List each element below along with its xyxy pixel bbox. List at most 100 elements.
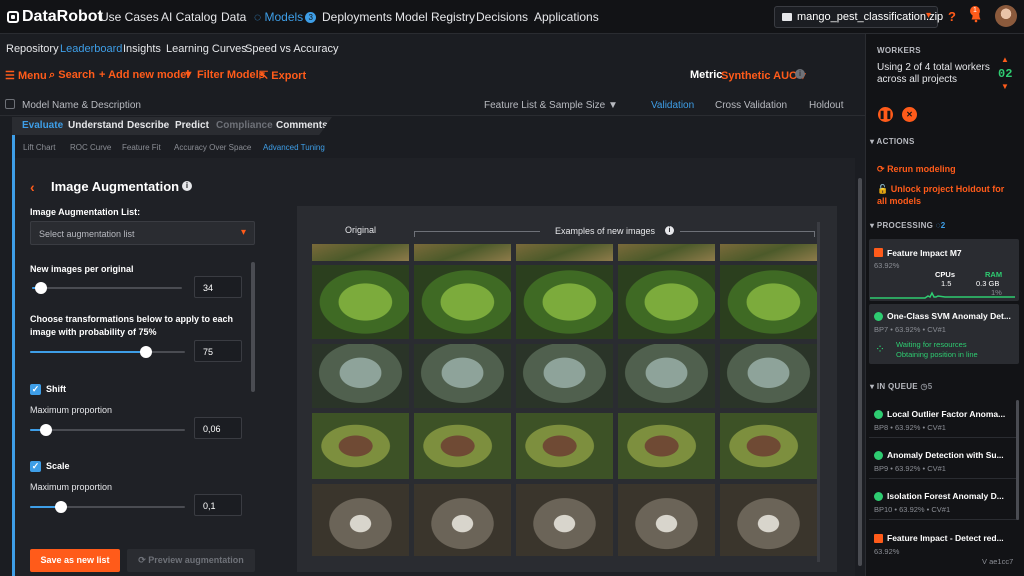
tab-understand[interactable]: Understand xyxy=(68,120,124,131)
grid-scrollbar[interactable] xyxy=(817,222,820,562)
model-icon xyxy=(874,451,883,460)
cpus-label: CPUs xyxy=(935,270,956,279)
slider-track xyxy=(30,429,185,431)
scale-checkbox[interactable]: ✓ xyxy=(30,461,41,472)
increase-workers-icon[interactable]: ▲ xyxy=(1001,55,1009,64)
info-icon[interactable]: i xyxy=(665,226,674,235)
tab-advanced-tuning[interactable]: Advanced Tuning xyxy=(263,143,325,152)
queue-item-subtitle: BP9 • 63.92% • CV#1 xyxy=(874,464,946,473)
user-avatar[interactable] xyxy=(995,5,1017,27)
chevron-down-icon: ▾ xyxy=(240,227,246,238)
leaf-image-thumbnail xyxy=(312,413,409,479)
column-feature-list[interactable]: Feature List & Sample Size ▼ xyxy=(484,100,618,111)
queue-item-subtitle: BP8 • 63.92% • CV#1 xyxy=(874,423,946,432)
menu-button[interactable]: ☰ Menu xyxy=(5,69,47,82)
select-all-checkbox[interactable] xyxy=(5,99,15,109)
save-as-new-list-button[interactable]: Save as new list xyxy=(30,549,120,572)
queue-item-title[interactable]: Isolation Forest Anomaly D... xyxy=(887,491,1004,501)
metric-selector[interactable]: Synthetic AUC ▾ xyxy=(721,69,806,82)
new-images-slider[interactable] xyxy=(32,282,182,294)
scale-max-label: Maximum proportion xyxy=(30,482,113,492)
tab-comments[interactable]: Comments xyxy=(276,120,328,131)
info-icon[interactable]: i xyxy=(795,69,805,79)
processing-count-value: 2 xyxy=(940,221,946,230)
tab-repository[interactable]: Repository xyxy=(6,43,59,55)
project-selector[interactable]: mango_pest_classification.zip ▾ xyxy=(774,6,943,28)
nav-models[interactable]: ◌ Models 3 xyxy=(254,10,317,24)
search-button[interactable]: ⌕ Search xyxy=(49,69,95,82)
tab-predict[interactable]: Predict xyxy=(175,120,209,131)
info-icon[interactable]: i xyxy=(182,181,192,191)
nav-model-registry[interactable]: Model Registry xyxy=(395,10,475,24)
new-images-input[interactable]: 34 xyxy=(194,276,242,298)
nav-ai-catalog[interactable]: AI Catalog xyxy=(161,10,217,24)
shift-slider[interactable] xyxy=(30,424,185,436)
augmentation-list-select[interactable]: Select augmentation list ▾ xyxy=(30,221,255,245)
rerun-label: Rerun modeling xyxy=(887,164,956,174)
queue-item-title[interactable]: Local Outlier Factor Anoma... xyxy=(887,409,1005,419)
spinner-icon: ⁘ xyxy=(875,342,885,356)
main-scrollbar[interactable] xyxy=(858,178,862,566)
chevron-down-icon: ▾ xyxy=(925,10,931,21)
settings-scrollbar[interactable] xyxy=(251,262,255,392)
leaf-image-thumbnail xyxy=(720,484,817,556)
workers-heading: WORKERS xyxy=(877,46,921,55)
column-validation[interactable]: Validation xyxy=(651,100,694,111)
decrease-workers-icon[interactable]: ▼ xyxy=(1001,82,1009,91)
shift-checkbox[interactable]: ✓ xyxy=(30,384,41,395)
column-cross-validation[interactable]: Cross Validation xyxy=(715,100,787,111)
scale-label: Scale xyxy=(46,461,70,471)
shift-input[interactable]: 0,06 xyxy=(194,417,242,439)
leaf-image-thumbnail xyxy=(414,344,511,408)
leaf-image-thumbnail xyxy=(618,413,715,479)
slider-handle[interactable] xyxy=(140,346,153,358)
models-count-badge: 3 xyxy=(305,12,317,23)
tab-accuracy-over-space[interactable]: Accuracy Over Space xyxy=(174,143,251,152)
tab-learning-curves[interactable]: Learning Curves xyxy=(166,43,247,55)
unlock-holdout-link[interactable]: 🔓 Unlock project Holdout for all models xyxy=(877,183,1012,207)
nav-applications[interactable]: Applications xyxy=(534,10,599,24)
workers-scrollbar[interactable] xyxy=(1016,400,1019,520)
back-arrow-icon[interactable]: ‹ xyxy=(30,179,35,195)
tab-leaderboard[interactable]: Leaderboard xyxy=(60,43,122,55)
menu-label: Menu xyxy=(17,70,47,82)
slider-handle[interactable] xyxy=(35,282,47,294)
rerun-modeling-link[interactable]: ⟳ Rerun modeling xyxy=(877,163,956,175)
probability-label-line1: Choose transformations below to apply to… xyxy=(30,314,234,324)
tab-lift-chart[interactable]: Lift Chart xyxy=(23,143,55,152)
filter-models-button[interactable]: ▼ Filter Models xyxy=(183,69,265,81)
brand-name: DataRobot xyxy=(22,8,103,25)
project-name: mango_pest_classification.zip xyxy=(797,11,944,23)
nav-data[interactable]: Data xyxy=(221,10,246,24)
nav-decisions[interactable]: Decisions xyxy=(476,10,528,24)
stop-icon[interactable]: ✕ xyxy=(902,107,917,122)
datarobot-logo[interactable]: DataRobot xyxy=(7,8,103,26)
queue-item-title[interactable]: Anomaly Detection with Su... xyxy=(887,450,1004,460)
tab-feature-fit[interactable]: Feature Fit xyxy=(122,143,161,152)
export-button[interactable]: ⇱ Export xyxy=(259,69,306,82)
scale-input[interactable]: 0,1 xyxy=(194,494,242,516)
tab-insights[interactable]: Insights xyxy=(123,43,161,55)
tab-speed-vs-accuracy[interactable]: Speed vs Accuracy xyxy=(245,43,339,55)
nav-use-cases[interactable]: Use Cases xyxy=(100,10,159,24)
divider xyxy=(869,437,1019,438)
nav-deployments[interactable]: Deployments xyxy=(322,10,392,24)
scale-slider[interactable] xyxy=(30,501,185,513)
pause-icon[interactable]: ❚❚ xyxy=(878,107,893,122)
help-icon[interactable]: ? xyxy=(948,9,956,24)
job-subtitle: 63.92% xyxy=(874,261,900,270)
slider-track xyxy=(32,287,182,289)
probability-slider[interactable] xyxy=(30,346,185,358)
tab-describe[interactable]: Describe xyxy=(127,120,169,131)
column-model-name[interactable]: Model Name & Description xyxy=(22,100,141,111)
queue-item-title[interactable]: Feature Impact - Detect red... xyxy=(887,533,1004,543)
column-holdout[interactable]: Holdout xyxy=(809,100,843,111)
tab-evaluate[interactable]: Evaluate xyxy=(22,120,63,131)
tab-roc-curve[interactable]: ROC Curve xyxy=(70,143,111,152)
logo-icon xyxy=(7,11,19,23)
leaf-image-thumbnail xyxy=(516,484,613,556)
probability-input[interactable]: 75 xyxy=(194,340,242,362)
slider-handle[interactable] xyxy=(55,501,67,513)
slider-handle[interactable] xyxy=(39,424,52,436)
add-new-model-button[interactable]: + Add new model xyxy=(99,69,189,81)
